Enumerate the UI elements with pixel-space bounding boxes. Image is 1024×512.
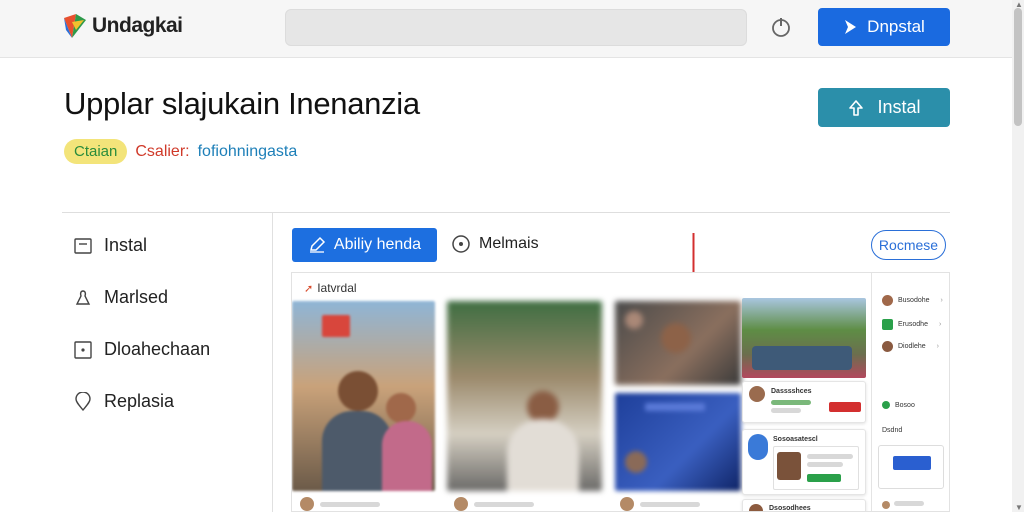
right-panel-section: Dsdnd [882, 427, 903, 434]
sidebar-item-replasia[interactable]: Replasia [74, 391, 174, 412]
details-button[interactable]: Melmais [451, 234, 539, 254]
person-icon [74, 289, 92, 307]
tag-icon: ➚ [304, 282, 314, 295]
details-label: Melmais [479, 235, 539, 252]
right-panel-item[interactable]: Diodlehe › [882, 341, 939, 352]
pin-icon [74, 391, 92, 411]
sidebar: Instal Marlsed Dloahechaan Replasia [62, 213, 273, 512]
install-button[interactable]: Instal [818, 88, 950, 127]
card-action-button[interactable] [829, 402, 861, 412]
right-panel-item[interactable]: Busodohe › [882, 295, 943, 306]
gallery-image-3[interactable] [615, 301, 741, 385]
apply-button[interactable]: Abiliy henda [292, 228, 437, 262]
logo-text: Undagkai [92, 14, 183, 37]
meta-author[interactable]: Csalier: [135, 143, 189, 161]
gallery-image-2[interactable] [447, 301, 602, 491]
app-meta: Ctaian Csalier: fofiohningasta [64, 139, 297, 164]
top-bar: Undagkai Dnpstal [0, 0, 1024, 58]
top-install-label: Dnpstal [867, 17, 925, 36]
profile-card-2[interactable]: Sosoasatescl [742, 429, 866, 495]
sidebar-item-label: Marlsed [104, 287, 169, 307]
scroll-down-icon[interactable]: ▼ [1015, 503, 1023, 512]
install-label: Instal [877, 97, 921, 117]
profile-card-1[interactable]: Dasssshces [742, 381, 866, 423]
edit-icon [309, 236, 325, 253]
gallery-header: ➚ Iatvrdal [304, 281, 357, 295]
image-footer-3 [620, 495, 700, 511]
secondary-button[interactable]: Rocmese [871, 230, 946, 260]
image-footer-2 [454, 495, 534, 511]
gallery-image-1[interactable] [292, 301, 435, 491]
power-icon[interactable] [769, 15, 793, 39]
square-minus-icon [74, 237, 92, 255]
top-install-button[interactable]: Dnpstal [818, 8, 950, 46]
gallery-image-5[interactable] [742, 298, 866, 378]
play-icon [845, 20, 857, 34]
logo-icon [64, 14, 86, 38]
right-panel-status: Bosoo [882, 401, 915, 409]
image-footer-1 [300, 495, 380, 511]
card-green-button[interactable] [807, 474, 841, 482]
right-panel-footer [882, 501, 924, 509]
page-scrollbar[interactable]: ▲ ▼ [1012, 0, 1024, 512]
sidebar-item-dloahechaan[interactable]: Dloahechaan [74, 339, 210, 360]
right-panel-card[interactable] [878, 445, 944, 489]
right-panel: Busodohe › Erusodhe › Diodlehe › Bosoo D… [871, 273, 949, 511]
profile-card-3[interactable]: Dsosodhees [742, 499, 866, 512]
sidebar-item-label: Dloahechaan [104, 339, 211, 359]
card-title: Dasssshces [771, 388, 812, 395]
sidebar-item-instal[interactable]: Instal [74, 235, 147, 256]
square-dot-icon [74, 340, 92, 359]
sidebar-item-marlsed[interactable]: Marlsed [74, 287, 168, 308]
apply-label: Abiliy henda [333, 236, 422, 253]
gallery-title: Iatvrdal [317, 281, 357, 295]
screenshot-gallery: ➚ Iatvrdal Dasssshces Sosoasatescl Dsoso… [291, 272, 950, 512]
card-title: Dsosodhees [769, 505, 811, 512]
right-panel-item[interactable]: Erusodhe › [882, 319, 941, 330]
scroll-thumb[interactable] [1014, 8, 1022, 126]
upload-icon [849, 99, 864, 116]
app-logo[interactable]: Undagkai [62, 12, 183, 40]
page-title: Upplar slajukain Inenanzia [64, 86, 420, 121]
sidebar-item-label: Instal [104, 235, 148, 255]
search-input[interactable] [285, 9, 747, 46]
meta-link[interactable]: fofiohningasta [198, 143, 298, 161]
card-title: Sosoasatescl [773, 436, 818, 443]
category-badge[interactable]: Ctaian [64, 139, 128, 164]
info-circle-icon [452, 235, 470, 253]
sidebar-item-label: Replasia [104, 391, 175, 411]
gallery-image-4[interactable] [615, 393, 741, 491]
